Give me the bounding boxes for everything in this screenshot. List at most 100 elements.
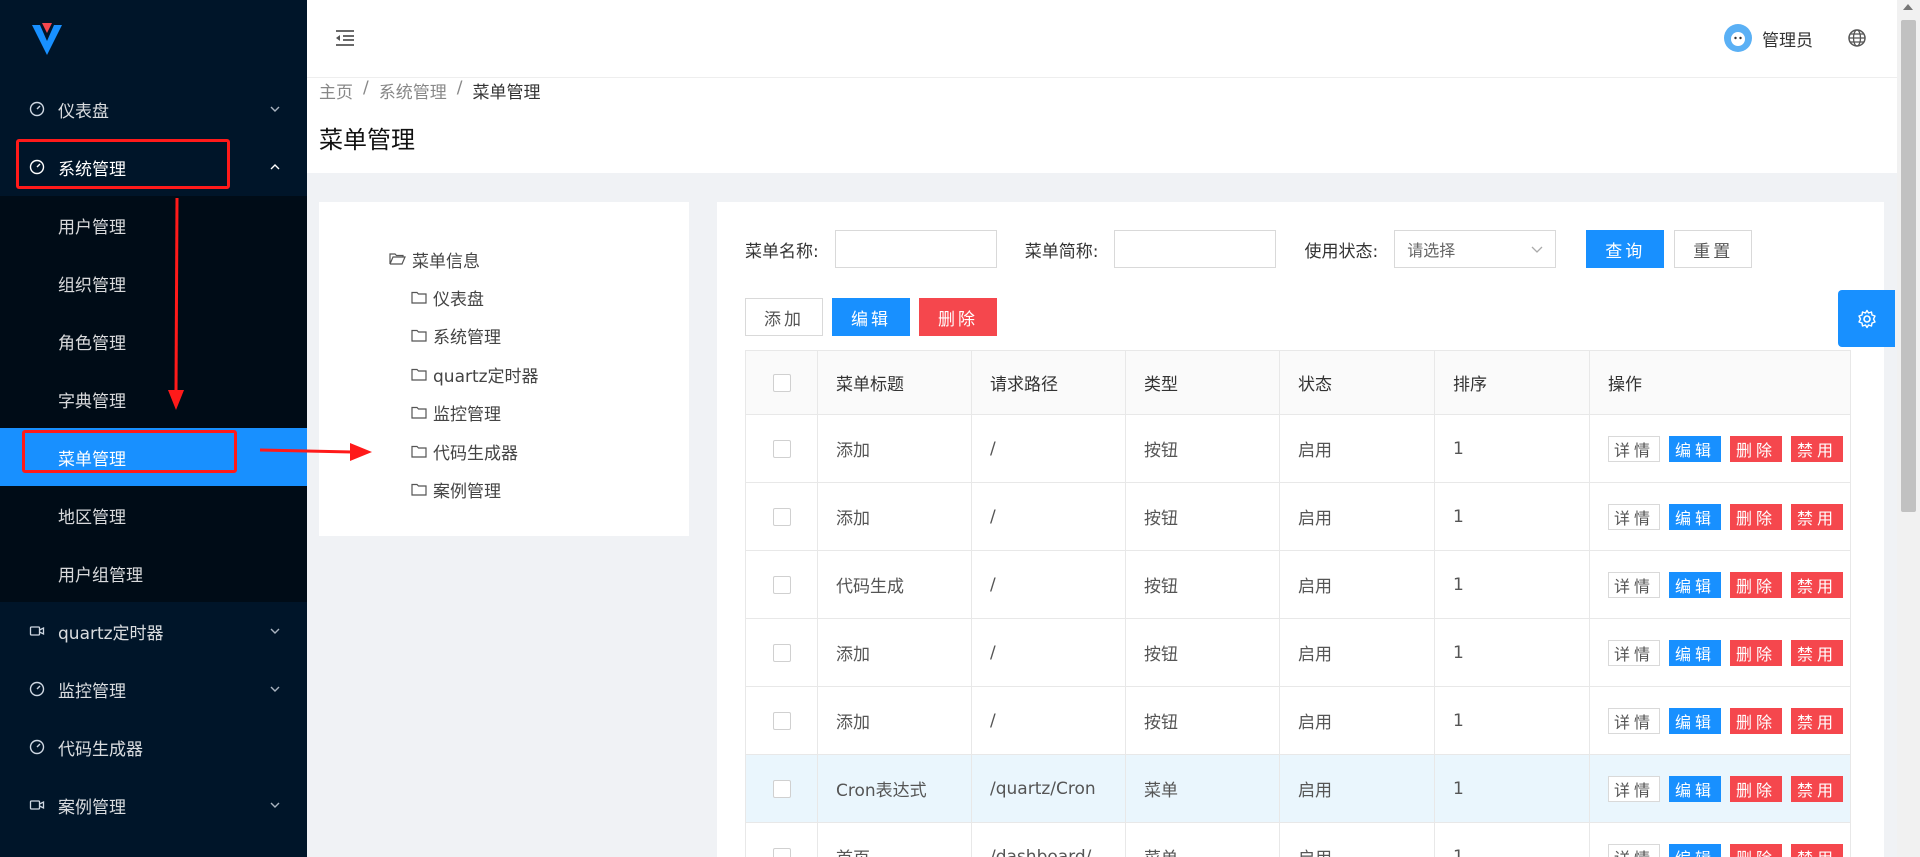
row-detail-button[interactable]: 详情 xyxy=(1608,435,1661,462)
cell-sort: 1 xyxy=(1434,482,1590,551)
vertical-scrollbar[interactable] xyxy=(1897,0,1920,857)
row-disable-button[interactable]: 禁用 xyxy=(1791,571,1844,598)
scroll-up-arrow-icon[interactable] xyxy=(1903,4,1913,10)
cell-ops: 详情 编辑 删除 禁用 xyxy=(1589,414,1851,483)
cell-path: /dashboard/ xyxy=(971,822,1126,857)
app-logo[interactable] xyxy=(0,0,307,80)
tree-root[interactable]: 菜单信息 xyxy=(319,240,689,278)
query-button[interactable]: 查询 xyxy=(1586,230,1665,268)
table-row: 添加 / 按钮 启用 1 详情 编辑 删除 禁用 xyxy=(745,414,1851,483)
chevron-down-icon xyxy=(269,683,281,695)
row-checkbox[interactable] xyxy=(772,575,791,594)
row-disable-button[interactable]: 禁用 xyxy=(1791,707,1844,734)
sidebar-item-roles[interactable]: 角色管理 xyxy=(0,312,307,370)
menu-name-input[interactable] xyxy=(834,230,997,268)
scrollbar-thumb[interactable] xyxy=(1901,20,1916,512)
row-detail-button[interactable]: 详情 xyxy=(1608,571,1661,598)
menu-short-input[interactable] xyxy=(1114,230,1277,268)
row-disable-button[interactable]: 禁用 xyxy=(1791,435,1844,462)
row-disable-button[interactable]: 禁用 xyxy=(1791,503,1844,530)
row-edit-button[interactable]: 编辑 xyxy=(1669,435,1722,462)
row-delete-button[interactable]: 删除 xyxy=(1730,843,1783,857)
row-edit-button[interactable]: 编辑 xyxy=(1669,843,1722,857)
row-checkbox[interactable] xyxy=(772,847,791,857)
select-all-checkbox[interactable] xyxy=(772,373,791,392)
sidebar-item-cases[interactable]: 案例管理 xyxy=(0,776,307,834)
cell-type: 菜单 xyxy=(1125,754,1280,823)
row-checkbox[interactable] xyxy=(772,711,791,730)
sidebar-item-codegen[interactable]: 代码生成器 xyxy=(0,718,307,776)
menu-fold-icon[interactable] xyxy=(333,26,357,50)
row-detail-button[interactable]: 详情 xyxy=(1608,503,1661,530)
tree-node-system[interactable]: 系统管理 xyxy=(319,317,689,356)
row-detail-button[interactable]: 详情 xyxy=(1608,639,1661,666)
row-delete-button[interactable]: 删除 xyxy=(1730,707,1783,734)
column-header: 操作 xyxy=(1589,350,1851,415)
sidebar-item-system[interactable]: 系统管理 xyxy=(0,138,307,196)
row-detail-button[interactable]: 详情 xyxy=(1608,707,1661,734)
delete-button[interactable]: 删除 xyxy=(919,298,997,336)
cell-ops: 详情 编辑 删除 禁用 xyxy=(1589,754,1851,823)
sidebar-item-label: quartz定时器 xyxy=(58,623,164,644)
sidebar-item-monitor[interactable]: 监控管理 xyxy=(0,660,307,718)
sidebar-item-dicts[interactable]: 字典管理 xyxy=(0,370,307,428)
row-edit-button[interactable]: 编辑 xyxy=(1669,503,1722,530)
menu-table: 菜单标题 请求路径 类型 状态 排序 操作 添加 / 按钮 启用 1 详情 编辑… xyxy=(745,350,1851,857)
tree-node-quartz[interactable]: quartz定时器 xyxy=(319,355,689,394)
sidebar-item-quartz[interactable]: quartz定时器 xyxy=(0,602,307,660)
breadcrumb-system[interactable]: 系统管理 xyxy=(379,78,447,103)
row-edit-button[interactable]: 编辑 xyxy=(1669,707,1722,734)
cell-ops: 详情 编辑 删除 禁用 xyxy=(1589,550,1851,619)
row-edit-button[interactable]: 编辑 xyxy=(1669,639,1722,666)
sidebar-item-menus[interactable]: 菜单管理 xyxy=(0,428,307,486)
avatar[interactable] xyxy=(1724,24,1752,52)
system-submenu: 用户管理 组织管理 角色管理 字典管理 菜单管理 地区管理 用户组管理 xyxy=(0,196,307,602)
tree-node-monitor[interactable]: 监控管理 xyxy=(319,394,689,433)
table-row: 首页 /dashboard/ 菜单 启用 1 详情 编辑 删除 禁用 xyxy=(745,822,1851,857)
row-detail-button[interactable]: 详情 xyxy=(1608,843,1661,857)
row-disable-button[interactable]: 禁用 xyxy=(1791,775,1844,802)
tree-node-dashboard[interactable]: 仪表盘 xyxy=(319,278,689,317)
logo-icon xyxy=(32,23,62,55)
cell-title: Cron表达式 xyxy=(817,754,972,823)
status-select[interactable]: 请选择 xyxy=(1394,230,1557,268)
row-delete-button[interactable]: 删除 xyxy=(1730,435,1783,462)
cell-type: 按钮 xyxy=(1125,482,1280,551)
row-delete-button[interactable]: 删除 xyxy=(1730,639,1783,666)
tree-node-codegen[interactable]: 代码生成器 xyxy=(319,432,689,471)
gear-icon xyxy=(1857,309,1877,329)
table-row: 添加 / 按钮 启用 1 详情 编辑 删除 禁用 xyxy=(745,686,1851,755)
row-disable-button[interactable]: 禁用 xyxy=(1791,843,1844,857)
add-button[interactable]: 添加 xyxy=(745,298,823,336)
menu-list-panel: 菜单名称: 菜单简称: 使用状态: 请选择 查询 重置 添加 编辑 删除 菜单标… xyxy=(717,202,1884,857)
dashboard-icon xyxy=(28,738,46,756)
row-checkbox[interactable] xyxy=(772,779,791,798)
row-edit-button[interactable]: 编辑 xyxy=(1669,775,1722,802)
row-checkbox[interactable] xyxy=(772,439,791,458)
cell-path: / xyxy=(971,414,1126,483)
sidebar-item-users[interactable]: 用户管理 xyxy=(0,196,307,254)
breadcrumb-home[interactable]: 主页 xyxy=(319,78,353,103)
sidebar-item-user-groups[interactable]: 用户组管理 xyxy=(0,544,307,602)
tree-node-cases[interactable]: 案例管理 xyxy=(319,471,689,510)
row-edit-button[interactable]: 编辑 xyxy=(1669,571,1722,598)
row-delete-button[interactable]: 删除 xyxy=(1730,503,1783,530)
edit-button[interactable]: 编辑 xyxy=(832,298,910,336)
sidebar-item-orgs[interactable]: 组织管理 xyxy=(0,254,307,312)
row-checkbox[interactable] xyxy=(772,643,791,662)
reset-button[interactable]: 重置 xyxy=(1674,230,1753,268)
row-select-cell xyxy=(745,822,818,857)
sidebar-item-regions[interactable]: 地区管理 xyxy=(0,486,307,544)
user-name[interactable]: 管理员 xyxy=(1762,26,1813,51)
row-delete-button[interactable]: 删除 xyxy=(1730,775,1783,802)
language-globe-icon[interactable] xyxy=(1847,28,1867,48)
row-detail-button[interactable]: 详情 xyxy=(1608,775,1661,802)
chevron-down-icon xyxy=(1531,246,1543,253)
row-disable-button[interactable]: 禁用 xyxy=(1791,639,1844,666)
cell-title: 代码生成 xyxy=(817,550,972,619)
sidebar-item-dashboard[interactable]: 仪表盘 xyxy=(0,80,307,138)
settings-button[interactable] xyxy=(1838,290,1895,347)
cell-sort: 1 xyxy=(1434,550,1590,619)
row-delete-button[interactable]: 删除 xyxy=(1730,571,1783,598)
row-checkbox[interactable] xyxy=(772,507,791,526)
